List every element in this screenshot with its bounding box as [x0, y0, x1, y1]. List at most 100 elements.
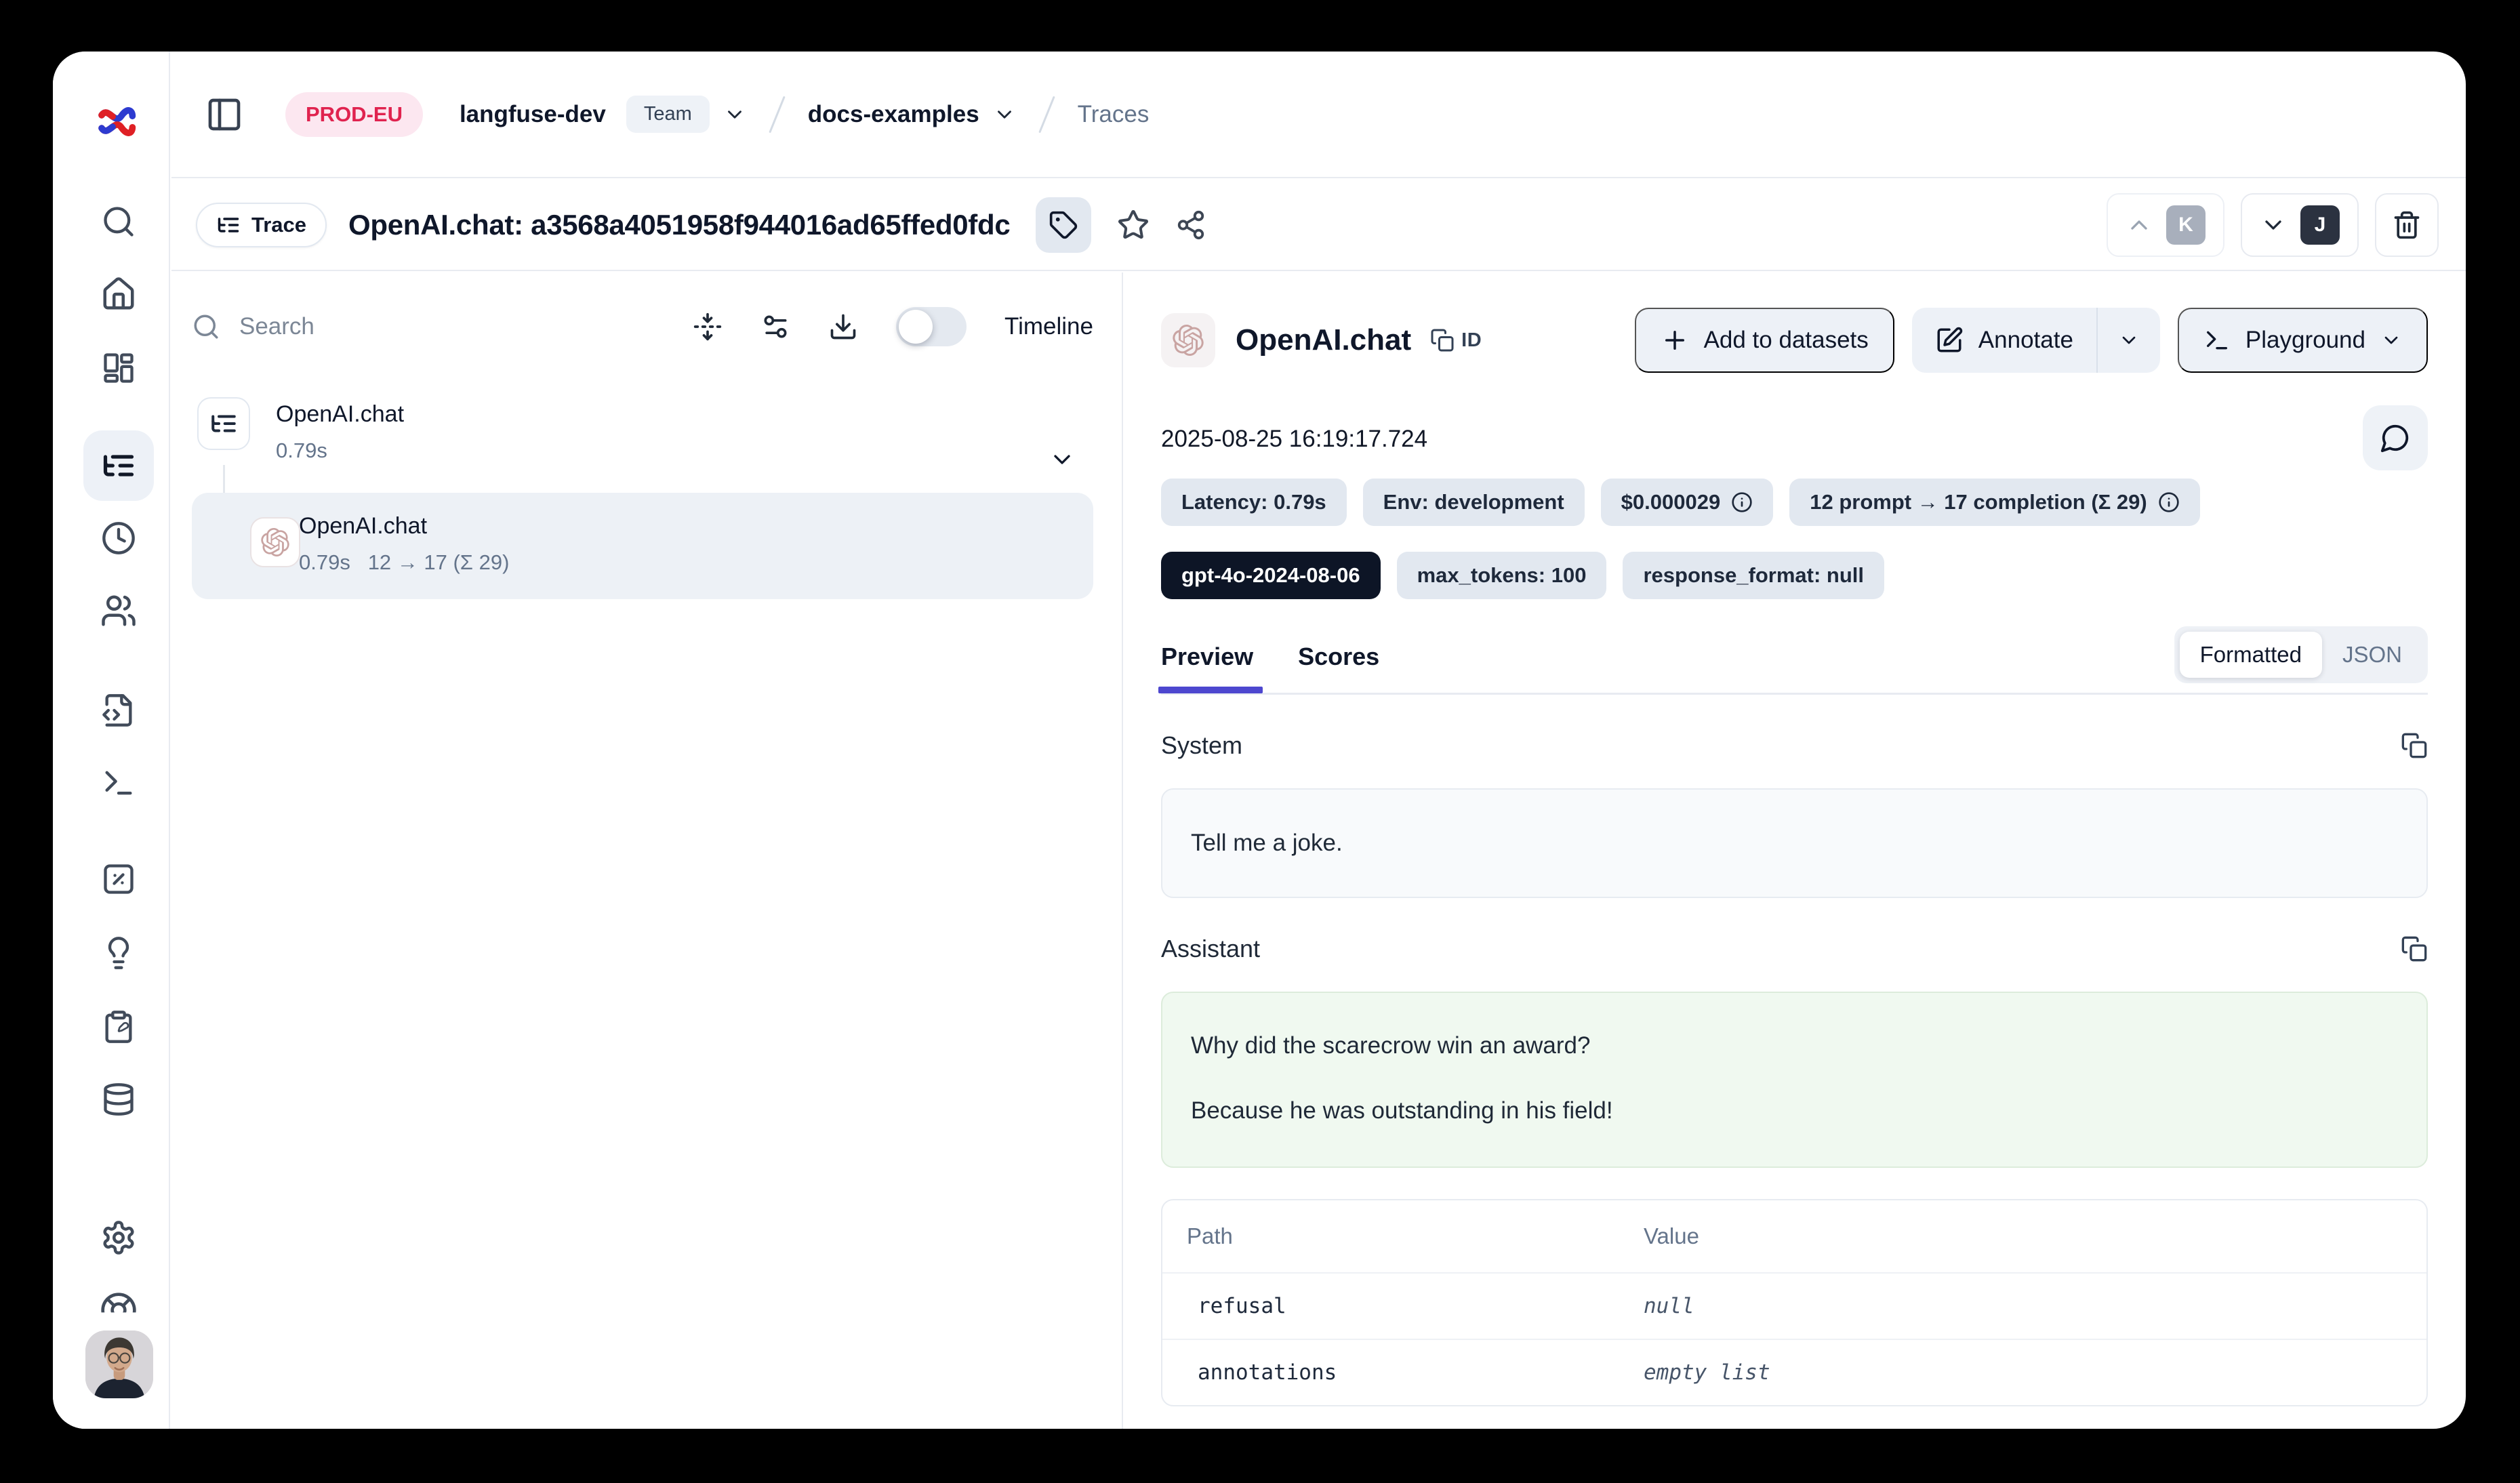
share-button[interactable] [1175, 209, 1206, 241]
timeline-toggle-label: Timeline [1004, 313, 1093, 340]
breadcrumb: PROD-EU langfuse-dev Team docs-examples … [171, 52, 2466, 178]
search-input[interactable]: Search [192, 312, 314, 341]
list-tree-icon [209, 409, 238, 438]
annotate-dropdown-button[interactable] [2098, 308, 2160, 373]
sidebar-item-prompts[interactable] [101, 693, 136, 728]
environment-badge[interactable]: PROD-EU [285, 92, 423, 137]
table-row: refusal null [1162, 1272, 2426, 1339]
trace-type-label: Trace [251, 213, 306, 237]
model-badge[interactable]: gpt-4o-2024-08-06 [1161, 552, 1381, 599]
org-switcher[interactable] [723, 103, 746, 126]
tree-node-generation[interactable]: OpenAI.chat 0.79s 12 → 17 (Σ 29) [192, 493, 1093, 599]
stat-badges-row: Latency: 0.79s Env: development $0.00002… [1161, 479, 2428, 526]
tree-node-latency: 0.79s [299, 550, 350, 574]
path-cell: annotations [1162, 1340, 1619, 1405]
tree-settings-button[interactable] [760, 312, 790, 342]
observation-tree-panel: Search Timeline OpenAI [171, 272, 1123, 1429]
sidebar [53, 52, 170, 1429]
info-icon [2158, 491, 2180, 513]
trace-header: Trace OpenAI.chat: a3568a4051958f944016a… [171, 180, 2466, 271]
plus-icon [1661, 326, 1689, 354]
chevron-up-icon [2126, 211, 2153, 239]
search-icon [101, 204, 136, 239]
database-icon [101, 1082, 136, 1117]
sidebar-item-search[interactable] [101, 204, 136, 239]
sidebar-item-home[interactable] [100, 276, 137, 312]
sidebar-item-playground[interactable] [101, 765, 136, 800]
list-tree-icon [216, 213, 241, 237]
gear-icon [100, 1219, 137, 1256]
copy-assistant-button[interactable] [2401, 935, 2428, 962]
add-to-datasets-button[interactable]: Add to datasets [1635, 308, 1894, 373]
path-cell: refusal [1162, 1274, 1619, 1339]
toggle-knob [899, 310, 933, 344]
sidebar-item-sessions[interactable] [101, 521, 136, 556]
tree-node-root[interactable]: OpenAI.chat 0.79s [192, 393, 1093, 467]
copy-id-button[interactable] [1430, 328, 1455, 352]
breadcrumb-org[interactable]: langfuse-dev [460, 101, 606, 128]
langfuse-logo-icon[interactable] [94, 100, 139, 148]
copy-icon [2401, 935, 2428, 962]
sidebar-item-support[interactable] [100, 1291, 138, 1329]
sidebar-item-users[interactable] [100, 592, 137, 629]
prev-trace-button[interactable]: K [2107, 193, 2224, 257]
format-option-json[interactable]: JSON [2322, 632, 2422, 678]
breadcrumb-project[interactable]: docs-examples [808, 101, 979, 128]
timeline-toggle[interactable] [896, 307, 967, 346]
next-trace-button[interactable]: J [2241, 193, 2359, 257]
add-to-datasets-label: Add to datasets [1704, 327, 1869, 354]
collapse-all-button[interactable] [693, 312, 723, 342]
openai-node-icon [250, 517, 300, 567]
system-label: System [1161, 731, 1242, 760]
avatar-portrait [85, 1330, 153, 1398]
detail-header: OpenAI.chat ID Add to datasets Annotate [1161, 308, 2428, 373]
chevron-down-icon [2380, 329, 2402, 351]
breadcrumb-separator [769, 96, 786, 133]
search-icon [192, 312, 220, 341]
delete-trace-button[interactable] [2375, 193, 2439, 257]
sidebar-item-annotation[interactable] [101, 1009, 136, 1044]
cost-badge[interactable]: $0.000029 [1601, 479, 1774, 526]
chevron-down-icon [2260, 211, 2287, 239]
comments-button[interactable] [2363, 405, 2428, 470]
sidebar-item-datasets[interactable] [101, 1082, 136, 1117]
tag-button[interactable] [1036, 197, 1091, 253]
list-tree-icon [101, 448, 136, 483]
bookmark-button[interactable] [1117, 209, 1150, 241]
table-header-row: Path Value [1162, 1200, 2426, 1272]
users-icon [100, 592, 137, 629]
user-avatar[interactable] [85, 1330, 153, 1398]
token-usage-badge[interactable]: 12 prompt → 17 completion (Σ 29) [1789, 479, 2199, 526]
download-button[interactable] [828, 312, 858, 342]
sidebar-item-tracing[interactable] [101, 448, 136, 483]
screenshot-frame: PROD-EU langfuse-dev Team docs-examples … [0, 0, 2520, 1483]
tag-icon [1049, 210, 1078, 240]
openai-badge [1161, 313, 1215, 367]
sidebar-item-evaluation[interactable] [101, 861, 136, 897]
id-label: ID [1461, 329, 1482, 352]
project-switcher[interactable] [993, 103, 1016, 126]
panel-left-toggle[interactable] [205, 96, 243, 134]
sidebar-item-settings[interactable] [100, 1219, 137, 1256]
format-option-formatted[interactable]: Formatted [2180, 632, 2322, 678]
tab-scores[interactable]: Scores [1298, 628, 1379, 691]
breadcrumb-separator [1038, 96, 1055, 133]
observation-timestamp: 2025-08-25 16:19:17.724 [1161, 426, 2428, 453]
playground-button[interactable]: Playground [2178, 308, 2428, 373]
collapse-node-button[interactable] [1049, 446, 1076, 473]
annotate-button[interactable]: Annotate [1912, 308, 2096, 373]
sidebar-item-llm-judge[interactable] [101, 935, 136, 971]
annotate-button-group: Annotate [1912, 308, 2160, 373]
sidebar-item-dashboards[interactable] [101, 350, 136, 386]
lightbulb-icon [101, 935, 136, 971]
playground-label: Playground [2245, 327, 2365, 354]
tab-preview[interactable]: Preview [1161, 628, 1253, 691]
copy-system-button[interactable] [2401, 732, 2428, 759]
observation-detail-panel: OpenAI.chat ID Add to datasets Annotate [1123, 272, 2466, 1429]
breadcrumb-section[interactable]: Traces [1078, 101, 1150, 128]
keyboard-shortcut-j: J [2300, 205, 2340, 245]
square-percent-icon [101, 861, 136, 897]
annotate-label: Annotate [1978, 327, 2073, 354]
tree-node-name: OpenAI.chat [299, 513, 1073, 540]
response-format-badge: response_format: null [1623, 552, 1884, 599]
